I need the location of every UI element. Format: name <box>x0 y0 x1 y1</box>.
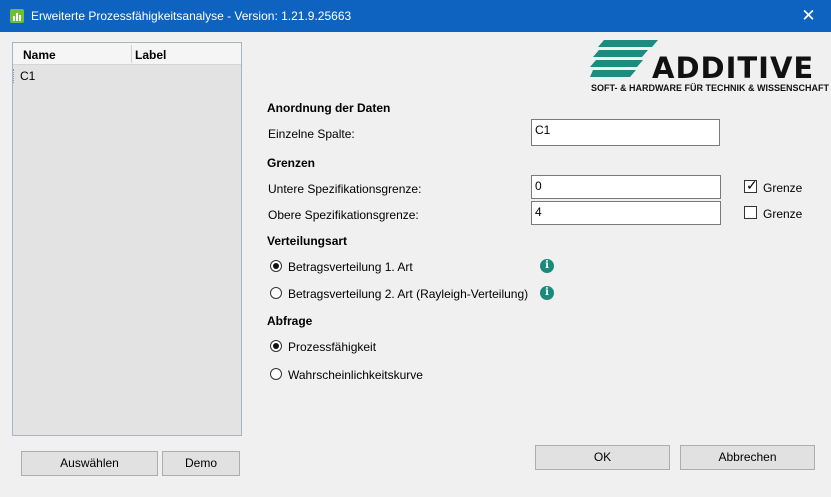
column-header-label[interactable]: Label <box>135 48 166 62</box>
section-title-data-arrangement: Anordnung der Daten <box>267 101 391 115</box>
window-title: Erweiterte Prozessfähigkeitsanalyse - Ve… <box>31 9 352 23</box>
list-item-name: C1 <box>20 69 36 83</box>
process-capability-label[interactable]: Prozessfähigkeit <box>288 340 376 354</box>
column-list[interactable]: Name Label C1 <box>12 42 242 436</box>
info-icon[interactable]: i <box>540 286 554 300</box>
upper-bound-label: Grenze <box>763 207 803 221</box>
lower-bound-label: Grenze <box>763 181 803 195</box>
radio-selected-dot <box>273 263 279 269</box>
lower-bound-checkbox[interactable]: ✓ <box>744 177 758 193</box>
radio-distribution-type-1[interactable] <box>270 260 282 272</box>
logo-tagline: SOFT- & HARDWARE FÜR TECHNIK & WISSENSCH… <box>591 83 829 93</box>
radio-probability-curve[interactable] <box>270 368 282 380</box>
section-title-limits: Grenzen <box>267 156 316 170</box>
upper-spec-limit-label: Obere Spezifikationsgrenze: <box>268 208 419 222</box>
demo-button[interactable]: Demo <box>162 451 240 476</box>
logo-wordmark: ADDITIVE <box>652 51 815 85</box>
single-column-label: Einzelne Spalte: <box>268 127 355 141</box>
radio-process-capability[interactable] <box>270 340 282 352</box>
cancel-button[interactable]: Abbrechen <box>680 445 815 470</box>
upper-spec-limit-field[interactable]: 4 <box>531 201 721 225</box>
single-column-field[interactable]: C1 <box>531 119 720 146</box>
list-item[interactable]: C1 <box>13 67 241 85</box>
checkmark-icon: ✓ <box>746 177 758 193</box>
section-title-distribution: Verteilungsart <box>267 234 348 248</box>
section-title-query: Abfrage <box>267 314 313 328</box>
chart-app-icon <box>10 9 24 23</box>
close-icon[interactable]: ✕ <box>786 0 831 32</box>
lower-spec-limit-label: Untere Spezifikationsgrenze: <box>268 182 422 196</box>
distribution-type-2-label[interactable]: Betragsverteilung 2. Art (Rayleigh-Verte… <box>288 287 528 301</box>
upper-bound-checkbox[interactable] <box>744 206 757 219</box>
distribution-type-1-label[interactable]: Betragsverteilung 1. Art <box>288 260 413 274</box>
column-header-name[interactable]: Name <box>23 48 56 62</box>
column-separator[interactable] <box>131 45 132 63</box>
ok-button[interactable]: OK <box>535 445 670 470</box>
probability-curve-label[interactable]: Wahrscheinlichkeitskurve <box>288 368 423 382</box>
select-button[interactable]: Auswählen <box>21 451 158 476</box>
focus-marker <box>13 69 16 83</box>
title-bar: Erweiterte Prozessfähigkeitsanalyse - Ve… <box>0 0 831 32</box>
radio-selected-dot <box>273 343 279 349</box>
lower-spec-limit-field[interactable]: 0 <box>531 175 721 199</box>
list-header: Name Label <box>13 43 241 65</box>
radio-distribution-type-2[interactable] <box>270 287 282 299</box>
additive-logo-icon <box>590 40 658 77</box>
info-icon[interactable]: i <box>540 259 554 273</box>
